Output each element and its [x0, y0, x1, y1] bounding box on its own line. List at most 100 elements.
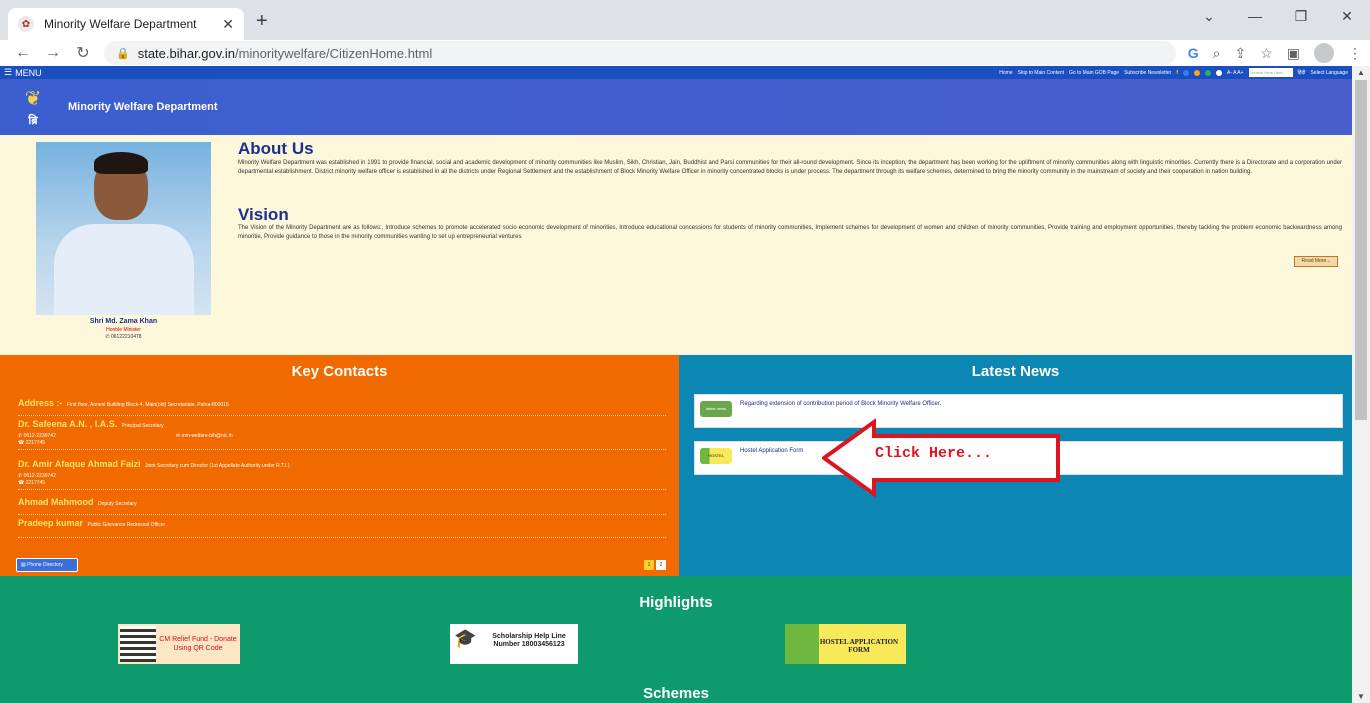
facebook-icon[interactable]: f — [1176, 70, 1178, 76]
newsletter-link[interactable]: Subscribe Newsletter — [1124, 70, 1171, 76]
read-more-button[interactable]: Read More... — [1294, 256, 1338, 267]
bookmark-star-icon[interactable]: ☆ — [1260, 45, 1273, 62]
phone-directory-button[interactable]: ▤ Phone Directory — [16, 558, 78, 572]
theme-contrast-icon[interactable] — [1216, 69, 1222, 76]
address-label: Address :- — [18, 398, 63, 408]
contact-row: Ahmad Mahmood Deputy Secretary — [18, 492, 666, 515]
kebab-menu-icon[interactable]: ⋮ — [1348, 45, 1362, 62]
contacts-pager: 1 2 — [644, 560, 666, 570]
theme-green-icon[interactable] — [1205, 69, 1211, 76]
book-icon: ▤ — [21, 562, 26, 568]
news-item-text[interactable]: Hostel Application Form — [740, 448, 803, 454]
tab-title: Minority Welfare Department — [44, 17, 197, 31]
contact-row: Dr. Amir Afaque Ahmad Faizi Joint Secret… — [18, 454, 666, 490]
fax-number: ☎ 2217745 — [18, 440, 46, 446]
fax-number: ☎ 2217745 — [18, 480, 46, 486]
scroll-thumb[interactable] — [1355, 80, 1367, 420]
minimize-icon[interactable]: — — [1232, 0, 1278, 32]
home-link[interactable]: Home — [999, 70, 1012, 76]
close-window-icon[interactable]: ✕ — [1324, 0, 1370, 32]
url-host: state.bihar.gov.in — [137, 45, 236, 61]
contact-name: Ahmad Mahmood — [18, 497, 94, 507]
hostel-application-banner[interactable]: HOSTEL APPLICATION FORM — [785, 624, 906, 664]
site-header: ❦ ब्रि Minority Welfare Department — [0, 79, 1352, 135]
contact-row: Dr. Safeena A.N. , I.A.S. Principal Secr… — [18, 414, 666, 450]
fax-icon: ☎ — [18, 480, 26, 486]
forward-icon[interactable]: → — [38, 44, 68, 62]
hindi-link[interactable]: हिंदी — [1298, 70, 1306, 76]
skip-link[interactable]: Skip to Main Content — [1018, 70, 1064, 76]
bihar-emblem-logo[interactable]: ❦ ब्रि — [10, 84, 56, 130]
lock-icon[interactable]: 🔒 — [116, 47, 130, 60]
minister-phone: ✆ 06122210478 — [105, 334, 142, 340]
browser-tab-strip: ✿ Minority Welfare Department ✕ + ⌄ — ❐ … — [0, 0, 1370, 40]
profile-avatar[interactable] — [1314, 43, 1334, 63]
address-bar-row: ← → ↻ 🔒 state.bihar.gov.in/minoritywelfa… — [0, 40, 1370, 66]
contact-name: Pradeep kumar — [18, 518, 84, 528]
contacts-news-row: Key Contacts Address :- First floor, Ann… — [0, 355, 1352, 576]
hostel-banner-text: HOSTEL APPLICATION FORM — [819, 638, 899, 654]
page-1-button[interactable]: 1 — [644, 560, 654, 570]
tab-search-icon[interactable]: ⌄ — [1186, 0, 1232, 32]
google-icon[interactable]: G — [1188, 45, 1199, 61]
phone-directory-label: Phone Directory — [27, 562, 63, 568]
qr-code-icon — [120, 626, 156, 662]
hamburger-icon: ☰ — [4, 67, 13, 77]
site-title[interactable]: Minority Welfare Department — [68, 101, 218, 113]
about-section: Shri Md. Zama Khan Honble Minister ✆ 061… — [0, 135, 1352, 355]
url-field[interactable]: 🔒 state.bihar.gov.in/minoritywelfare/Cit… — [104, 41, 1176, 65]
contact-designation: Deputy Secretary — [97, 501, 137, 507]
click-here-callout: Click Here... — [822, 418, 1062, 498]
menu-button[interactable]: ☰ MENU — [4, 67, 42, 78]
schemes-title: Schemes — [643, 685, 709, 702]
scholarship-text: Scholarship Help Line Number 18003456123 — [492, 633, 566, 648]
site-search-input[interactable]: Search Here Here — [1248, 68, 1293, 77]
zoom-icon[interactable]: ⌕ — [1213, 45, 1221, 62]
highlights-title: Highlights — [639, 594, 713, 611]
share-icon[interactable]: ⇪ — [1234, 45, 1246, 62]
contact-row: Pradeep kumar Public Grievance Redressal… — [18, 513, 666, 538]
theme-blue-icon[interactable] — [1183, 69, 1189, 76]
close-tab-icon[interactable]: ✕ — [222, 16, 234, 33]
language-select[interactable]: Select Language — [1310, 70, 1348, 76]
page-2-button[interactable]: 2 — [656, 560, 666, 570]
page-scrollbar[interactable]: ▲ ▼ — [1352, 66, 1370, 703]
graduation-cap-icon: 🎓 — [454, 628, 477, 648]
font-size-controls[interactable]: A- A A+ — [1227, 70, 1244, 76]
gob-link[interactable]: Go to Main GOB Page — [1069, 70, 1119, 76]
latest-news-thumbnail: latest news — [700, 401, 732, 417]
back-icon[interactable]: ← — [8, 44, 38, 62]
emblem-text: ब्रि — [28, 115, 38, 127]
scholarship-helpline-banner[interactable]: 🎓 Scholarship Help Line Number 180034561… — [450, 624, 578, 664]
window-controls: ⌄ — ❐ ✕ — [1186, 0, 1370, 32]
minister-role: Honble Minister — [106, 327, 141, 333]
contact-name: Dr. Amir Afaque Ahmad Faizi — [18, 459, 141, 469]
cm-relief-text: CM Relief Fund - Donate Using QR Code — [159, 636, 237, 652]
contact-designation: Principal Secretary — [121, 423, 164, 429]
utility-links: Home Skip to Main Content Go to Main GOB… — [999, 68, 1348, 77]
browser-tab[interactable]: ✿ Minority Welfare Department ✕ — [8, 8, 244, 40]
minister-name: Shri Md. Zama Khan — [89, 318, 158, 325]
vision-title: Vision — [238, 205, 289, 224]
news-item-text[interactable]: Regarding extension of contribution peri… — [740, 401, 941, 407]
phone-number: ✆ 0612-2230742 — [18, 473, 56, 479]
click-here-label: Click Here... — [875, 445, 993, 462]
new-tab-icon[interactable]: + — [256, 10, 268, 33]
vision-text: The Vision of the Minority Department ar… — [238, 225, 1342, 240]
site-favicon-icon: ✿ — [18, 16, 34, 32]
scroll-up-icon[interactable]: ▲ — [1357, 68, 1365, 77]
restore-icon[interactable]: ❐ — [1278, 0, 1324, 32]
theme-orange-icon[interactable] — [1194, 69, 1200, 76]
key-contacts-title: Key Contacts — [291, 363, 388, 380]
fax-icon: ☎ — [18, 440, 26, 446]
scroll-down-icon[interactable]: ▼ — [1357, 692, 1365, 701]
minister-photo — [36, 142, 211, 315]
web-page: ☰ MENU Home Skip to Main Content Go to M… — [0, 66, 1352, 703]
top-utility-bar: ☰ MENU Home Skip to Main Content Go to M… — [0, 66, 1352, 79]
hostel-form-thumbnail: HOSTEL — [700, 448, 732, 464]
side-panel-icon[interactable]: ▣ — [1287, 45, 1300, 62]
highlights-section: Highlights CM Relief Fund - Donate Using… — [0, 576, 1352, 703]
reload-icon[interactable]: ↻ — [68, 43, 98, 63]
about-text: Minority Welfare Department was establis… — [238, 160, 1342, 175]
cm-relief-fund-banner[interactable]: CM Relief Fund - Donate Using QR Code — [118, 624, 240, 664]
